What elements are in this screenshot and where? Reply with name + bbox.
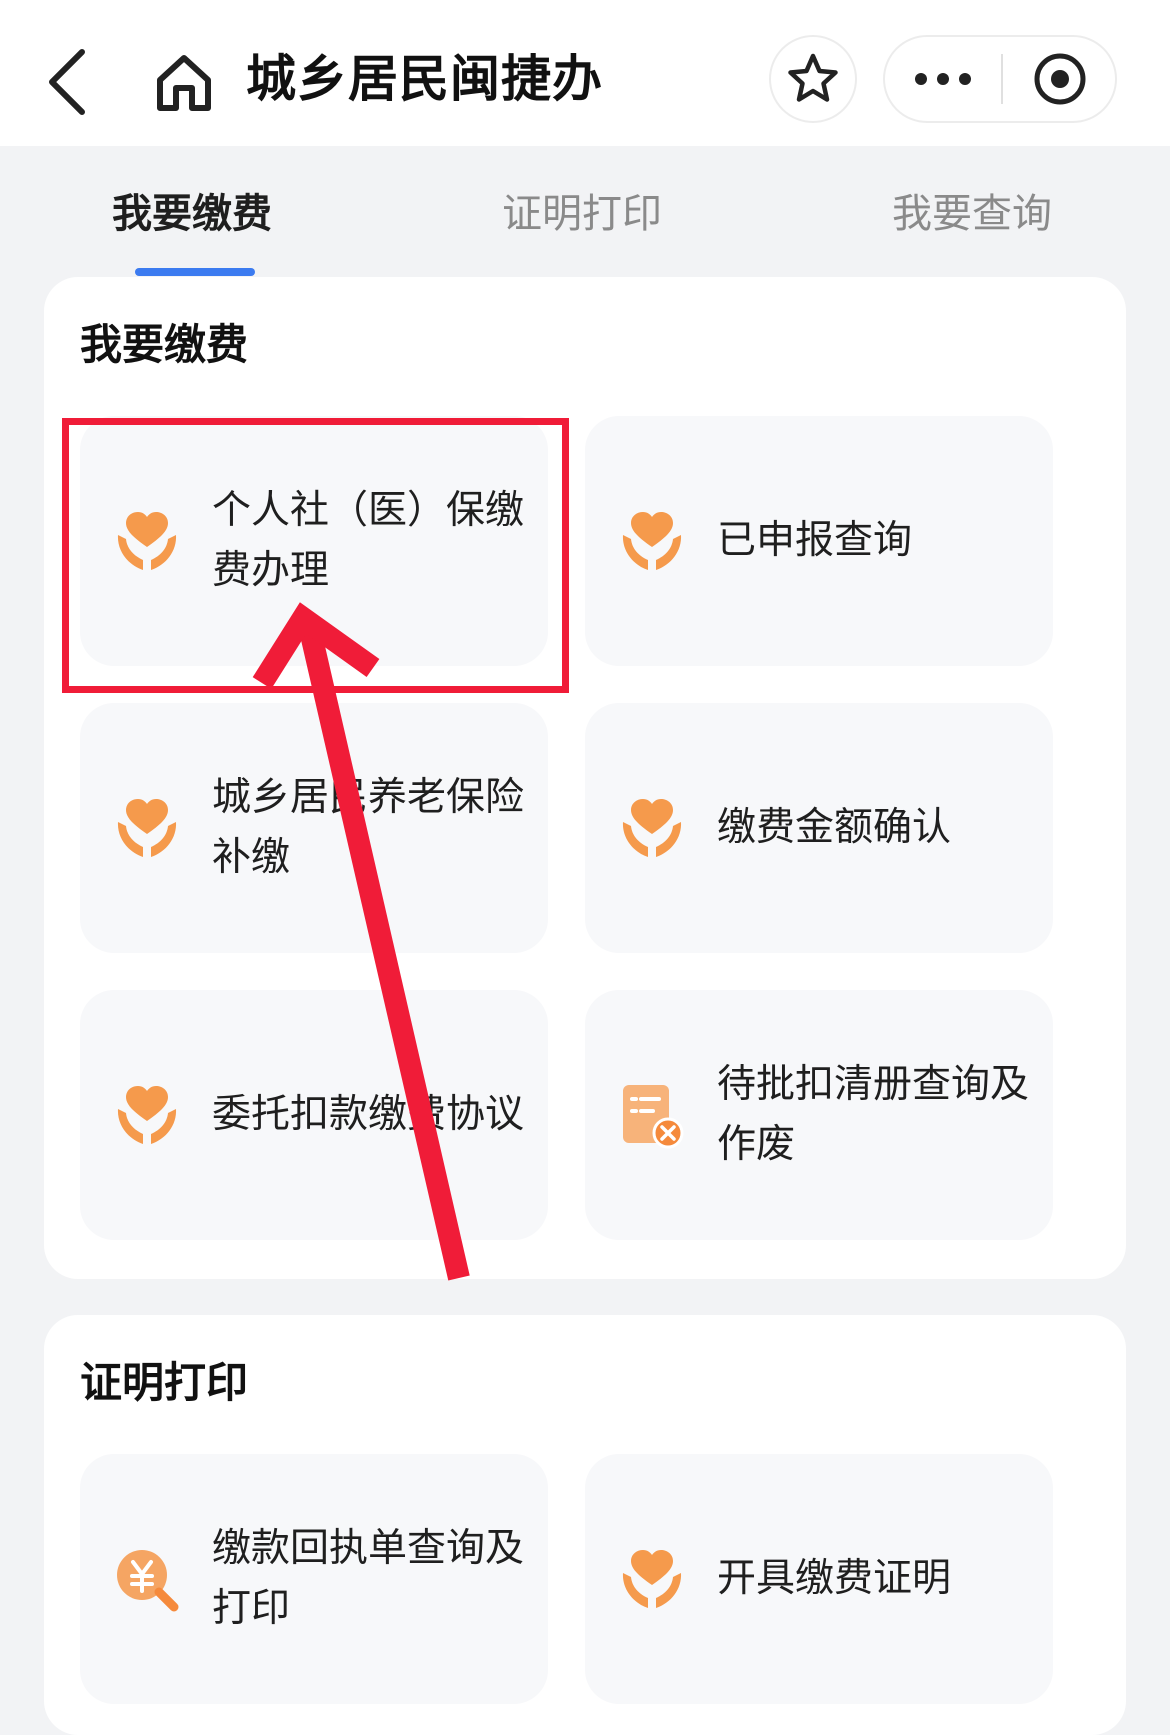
top-navigation-bar: 城乡居民闽捷办 (0, 0, 1170, 146)
mini-program-capsule (883, 35, 1117, 123)
tile-label: 缴费金额确认 (717, 805, 952, 850)
section-card-pay: 我要缴费 个人社（医）保缴费办理 已申报查询 城乡居民养老保险补缴 缴费金额确认… (44, 277, 1126, 1279)
tile-personal-insurance-payment[interactable]: 个人社（医）保缴费办理 (80, 416, 548, 666)
heart-hands-icon (117, 1086, 177, 1144)
section-card-certificate-print: 证明打印 缴款回执单查询及打印 开具缴费证明 (44, 1315, 1126, 1735)
home-button[interactable] (152, 50, 216, 114)
tile-issue-payment-certificate[interactable]: 开具缴费证明 (585, 1454, 1053, 1704)
active-tab-indicator (135, 268, 255, 276)
tile-pending-batch-deduction-query[interactable]: 待批扣清册查询及作废 (585, 990, 1053, 1240)
star-icon (788, 53, 838, 102)
page-title: 城乡居民闽捷办 (246, 50, 603, 108)
tab-query[interactable]: 我要查询 (892, 186, 1052, 242)
heart-hands-icon (622, 1550, 682, 1608)
close-miniprogram-button[interactable] (1003, 37, 1117, 121)
heart-hands-icon (117, 799, 177, 857)
tile-label: 缴款回执单查询及打印 (212, 1526, 525, 1631)
tile-label: 城乡居民养老保险补缴 (212, 775, 525, 880)
tile-entrusted-deduction-agreement[interactable]: 委托扣款缴费协议 (80, 990, 548, 1240)
section-title: 我要缴费 (80, 320, 249, 369)
heart-hands-icon (117, 512, 177, 570)
tile-label: 已申报查询 (717, 518, 913, 563)
tile-label: 委托扣款缴费协议 (212, 1092, 525, 1137)
tile-label: 待批扣清册查询及作废 (717, 1062, 1030, 1167)
back-button[interactable] (40, 42, 96, 122)
home-icon (157, 55, 211, 111)
tab-pay[interactable]: 我要缴费 (112, 186, 272, 242)
target-circle-icon (1034, 53, 1086, 105)
tab-certificate-print[interactable]: 证明打印 (502, 186, 662, 242)
document-cancel-icon (623, 1085, 684, 1149)
more-menu-button[interactable] (885, 37, 1001, 121)
heart-hands-icon (622, 799, 682, 857)
tile-payment-amount-confirm[interactable]: 缴费金额确认 (585, 703, 1053, 953)
more-dots-icon (915, 73, 971, 85)
section-title: 证明打印 (80, 1358, 249, 1407)
tile-pension-back-payment[interactable]: 城乡居民养老保险补缴 (80, 703, 548, 953)
chevron-left-icon (49, 49, 85, 115)
tile-declared-query[interactable]: 已申报查询 (585, 416, 1053, 666)
tile-label: 开具缴费证明 (717, 1556, 952, 1601)
favorite-button[interactable] (769, 35, 857, 123)
yuan-search-icon (117, 1550, 179, 1612)
tab-bar: 我要缴费 证明打印 我要查询 (0, 146, 1170, 276)
tile-payment-receipt-query-print[interactable]: 缴款回执单查询及打印 (80, 1454, 548, 1704)
heart-hands-icon (622, 512, 682, 570)
tile-label: 个人社（医）保缴费办理 (212, 488, 525, 593)
